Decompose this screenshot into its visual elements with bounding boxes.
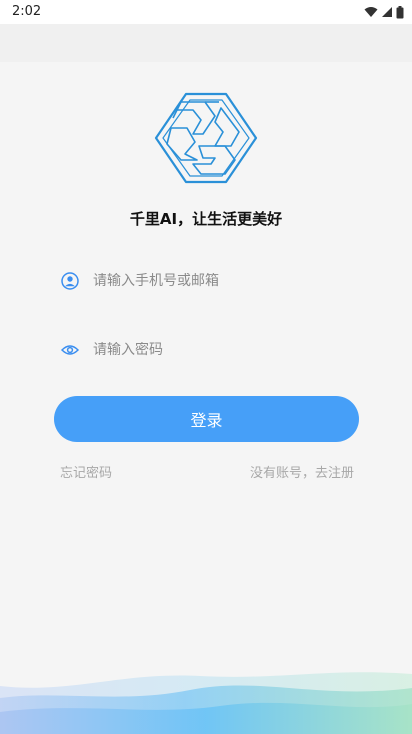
forgot-password-link[interactable]: 忘记密码: [60, 462, 112, 481]
status-icons: [364, 4, 404, 20]
tagline: 千里AI，让生活更美好: [129, 210, 283, 228]
account-input[interactable]: [93, 273, 343, 289]
status-bar: 2:02: [0, 0, 412, 24]
app-bar: [0, 24, 412, 62]
account-field: [60, 268, 360, 294]
password-field: [60, 337, 360, 363]
status-time: 2:02: [12, 4, 42, 19]
wifi-icon: [364, 7, 378, 17]
logo-icon: [154, 92, 258, 184]
wave-decoration: [0, 672, 412, 734]
register-link[interactable]: 没有账号，去注册: [250, 462, 354, 481]
login-button[interactable]: 登录: [54, 396, 359, 442]
password-input[interactable]: [93, 342, 343, 358]
user-icon: [60, 271, 80, 291]
signal-icon: [382, 7, 392, 17]
battery-icon: [396, 5, 404, 18]
eye-icon[interactable]: [60, 340, 80, 360]
